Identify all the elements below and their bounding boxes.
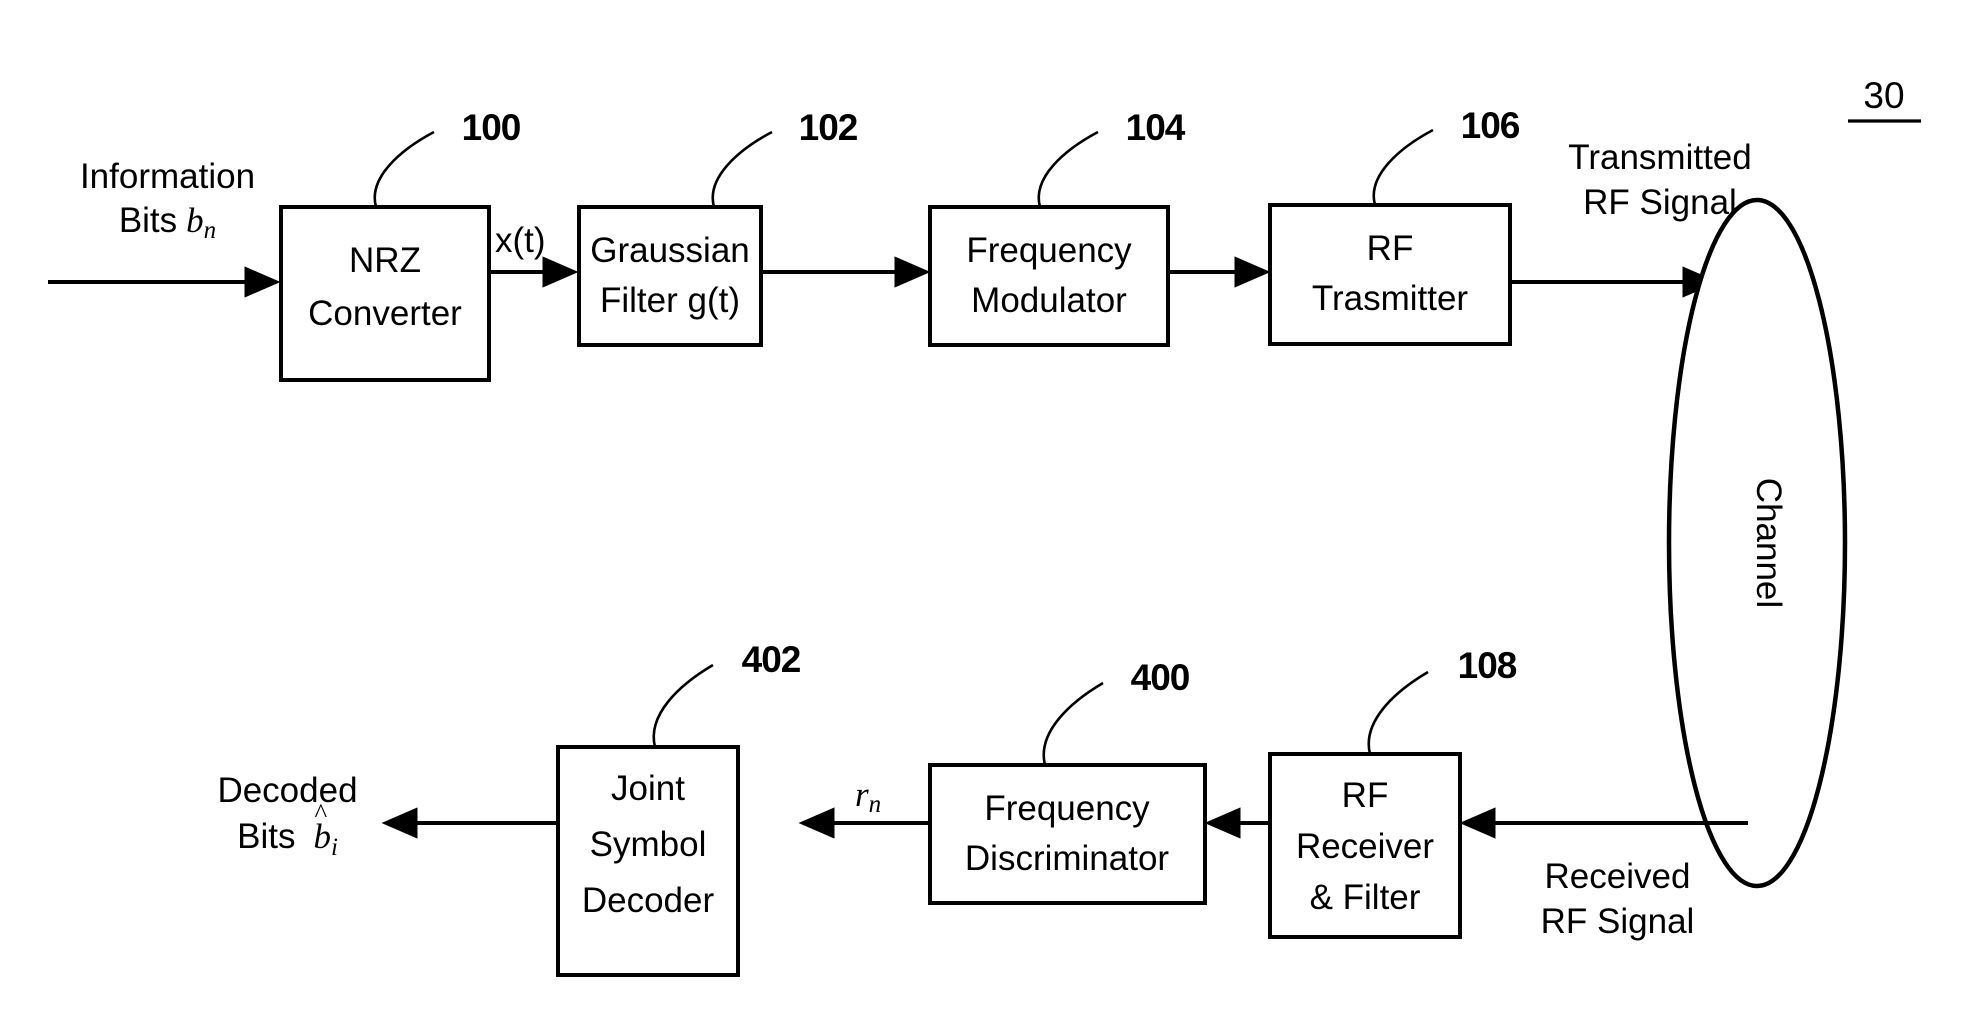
information-bits-line2: Bits bn bbox=[118, 201, 217, 244]
information-bits-symbol: b bbox=[186, 201, 204, 240]
ref-number-104: 104 bbox=[1126, 107, 1186, 148]
ref-number-400: 400 bbox=[1131, 657, 1190, 698]
signal-label-rn: rn bbox=[855, 775, 881, 819]
ref-number-106: 106 bbox=[1461, 105, 1520, 146]
block-nrz-converter[interactable]: NRZ Converter bbox=[279, 205, 491, 382]
leader-line-402 bbox=[652, 663, 714, 748]
block-gaussian-filter[interactable]: Graussian Filter g(t) bbox=[577, 205, 763, 347]
gaussian-filter-box[interactable] bbox=[577, 205, 763, 347]
channel-label: Channel bbox=[1749, 478, 1788, 608]
block-frequency-modulator[interactable]: Frequency Modulator bbox=[928, 205, 1170, 347]
decoded-bits-line2: Bits ^ bi bbox=[180, 798, 395, 871]
ref-number-108: 108 bbox=[1458, 645, 1517, 686]
nrz-converter-label-line1: NRZ bbox=[349, 241, 421, 280]
frequency-discriminator-box[interactable] bbox=[928, 763, 1207, 905]
rf-transmitter-box[interactable] bbox=[1268, 203, 1512, 346]
signal-label-information-bits: Information Bits bn bbox=[60, 155, 275, 253]
received-rf-line2: RF Signal bbox=[1540, 902, 1695, 941]
frequency-discriminator-label-line1: Frequency bbox=[984, 789, 1150, 828]
leader-line-400 bbox=[1042, 681, 1104, 766]
rn-symbol: r bbox=[855, 775, 869, 814]
signal-label-xt: x(t) bbox=[495, 221, 546, 260]
block-frequency-discriminator[interactable]: Frequency Discriminator bbox=[928, 763, 1207, 905]
joint-symbol-decoder-label-line2: Symbol bbox=[590, 825, 707, 864]
decoded-bits-symbol: ^ b bbox=[313, 798, 331, 860]
received-rf-line1: Received bbox=[1544, 857, 1691, 896]
frequency-modulator-label-line2: Modulator bbox=[971, 281, 1127, 320]
rn-subscript: n bbox=[868, 791, 882, 818]
ref-number-100: 100 bbox=[462, 107, 521, 148]
decoded-bits-subscript: i bbox=[330, 834, 338, 861]
joint-symbol-decoder-label-line1: Joint bbox=[611, 769, 685, 808]
transmitted-rf-line2: RF Signal bbox=[1583, 183, 1737, 222]
figure-number: 30 bbox=[1848, 75, 1921, 123]
frequency-modulator-label-line1: Frequency bbox=[966, 231, 1132, 270]
joint-symbol-decoder-label-line3: Decoder bbox=[582, 881, 715, 920]
gaussian-filter-label-line1: Graussian bbox=[590, 231, 750, 270]
leader-line-102 bbox=[711, 130, 773, 208]
signal-label-received-rf: Received RF Signal bbox=[1490, 854, 1745, 944]
leader-line-104 bbox=[1037, 130, 1099, 208]
block-rf-transmitter[interactable]: RF Trasmitter bbox=[1268, 203, 1512, 346]
frequency-modulator-box[interactable] bbox=[928, 205, 1170, 347]
figure-canvas: 30 NRZ Converter 100 x(t) Graussian Filt… bbox=[0, 0, 1961, 1028]
rf-transmitter-label-line2: Trasmitter bbox=[1312, 279, 1469, 318]
information-bits-line1: Information bbox=[79, 157, 256, 196]
block-joint-symbol-decoder[interactable]: Joint Symbol Decoder bbox=[556, 745, 740, 977]
signal-label-transmitted-rf: Transmitted RF Signal bbox=[1525, 135, 1795, 225]
information-bits-subscript: n bbox=[203, 217, 217, 244]
channel-block[interactable]: Channel bbox=[1666, 197, 1848, 889]
rf-receiver-filter-label-line3: & Filter bbox=[1310, 878, 1421, 917]
rf-transmitter-label-line1: RF bbox=[1367, 229, 1414, 268]
block-rf-receiver-filter[interactable]: RF Receiver & Filter bbox=[1268, 752, 1462, 939]
rf-receiver-filter-label-line1: RF bbox=[1342, 776, 1389, 815]
frequency-discriminator-label-line2: Discriminator bbox=[965, 839, 1170, 878]
figure-number-text: 30 bbox=[1863, 75, 1904, 116]
rf-receiver-filter-label-line2: Receiver bbox=[1296, 827, 1434, 866]
ref-number-102: 102 bbox=[799, 107, 858, 148]
leader-line-108 bbox=[1367, 670, 1429, 755]
leader-line-100 bbox=[373, 130, 435, 208]
ref-number-402: 402 bbox=[742, 639, 801, 680]
leader-line-106 bbox=[1372, 128, 1434, 206]
decoded-bits-line1: Decoded bbox=[217, 771, 358, 810]
gaussian-filter-label-line2: Filter g(t) bbox=[600, 281, 740, 320]
nrz-converter-label-line2: Converter bbox=[308, 294, 462, 333]
decoded-bits-hat: ^ bbox=[314, 798, 328, 828]
signal-label-decoded-bits: Decoded Bits ^ bi bbox=[180, 768, 395, 871]
transmitted-rf-line1: Transmitted bbox=[1568, 138, 1752, 177]
